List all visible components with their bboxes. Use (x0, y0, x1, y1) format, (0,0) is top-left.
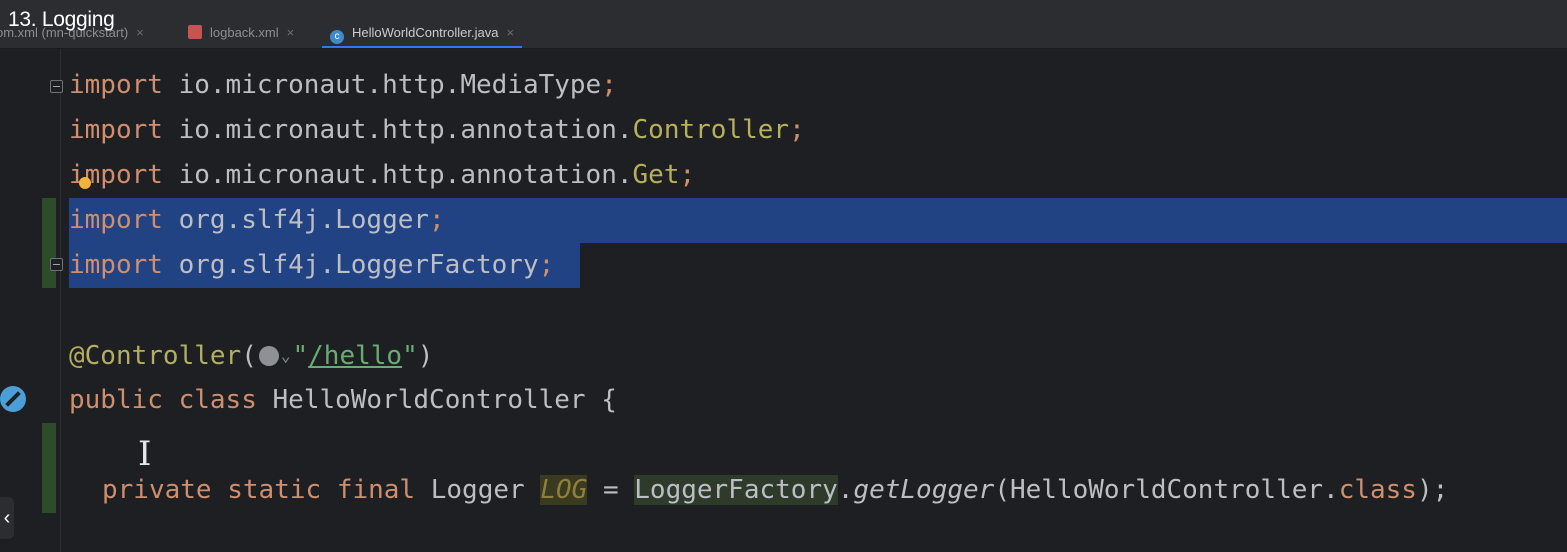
close-icon[interactable]: × (287, 25, 295, 40)
editor-tab-bar: om.xml (mn-quickstart) × logback.xml × c He… (0, 18, 1567, 49)
close-icon[interactable]: × (136, 25, 144, 40)
fold-icon[interactable] (50, 258, 63, 271)
close-icon[interactable]: × (506, 25, 514, 40)
globe-icon[interactable] (258, 346, 279, 366)
text-cursor-icon: I (138, 434, 152, 474)
code-line-6: @Controller(⌄"/hello") (69, 333, 433, 378)
fold-icon[interactable] (50, 80, 63, 93)
overlay-title: 13. Logging (8, 8, 115, 31)
change-marker[interactable] (42, 198, 56, 288)
lightbulb-icon[interactable] (79, 177, 91, 189)
chevron-down-icon[interactable]: ⌄ (281, 333, 291, 378)
code-line-1: import io.micronaut.http.MediaType; (69, 70, 617, 100)
code-line-5: import org.slf4j.LoggerFactory; (69, 250, 555, 280)
java-class-icon: c (330, 30, 344, 44)
back-arrow-button[interactable]: ‹ (0, 497, 14, 539)
change-marker[interactable] (42, 423, 56, 513)
tab-label: logback.xml (210, 25, 279, 40)
spring-bean-icon[interactable] (0, 386, 26, 412)
xml-file-icon (188, 25, 202, 39)
code-line-7: public class HelloWorldController { (69, 385, 617, 415)
code-line-8: private static final Logger LOG = Logger… (102, 475, 1449, 505)
tab-label: HelloWorldController.java (352, 25, 499, 40)
code-line-4: import org.slf4j.Logger; (69, 205, 445, 235)
tab-logback-xml[interactable]: logback.xml × (188, 18, 294, 48)
tab-helloworldcontroller[interactable]: c HelloWorldController.java × (322, 18, 523, 48)
code-line-3: import io.micronaut.http.annotation.Get; (69, 160, 696, 190)
code-line-2: import io.micronaut.http.annotation.Cont… (69, 115, 805, 145)
window-titlebar (0, 0, 1567, 18)
